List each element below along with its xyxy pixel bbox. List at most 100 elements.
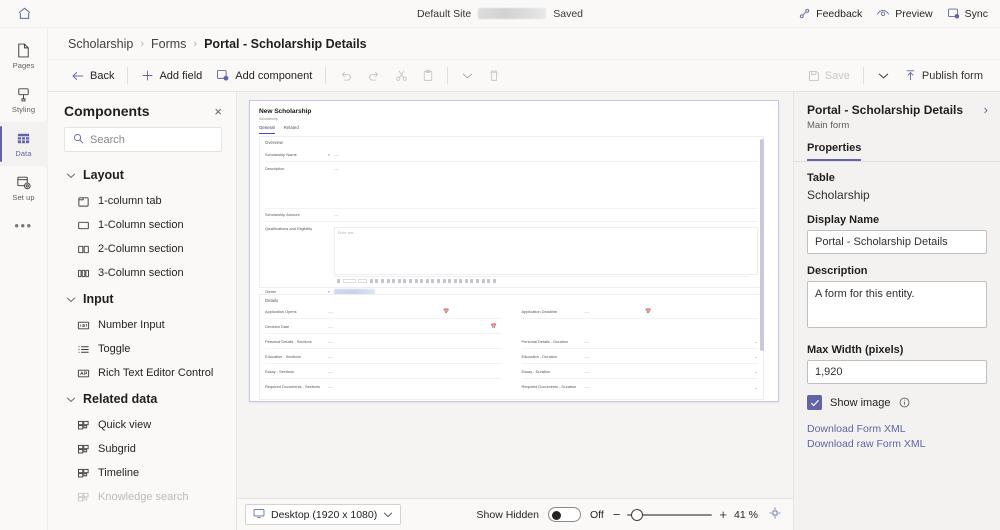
rte-image-icon[interactable] xyxy=(459,279,462,283)
component-item-toggle[interactable]: Toggle xyxy=(48,337,236,361)
home-icon[interactable] xyxy=(0,0,48,28)
feedback-button[interactable]: Feedback xyxy=(798,7,862,20)
paste-options-button[interactable] xyxy=(454,68,481,83)
component-item-subgrid[interactable]: Subgrid xyxy=(48,437,236,461)
tab-properties[interactable]: Properties xyxy=(807,142,861,161)
search-box[interactable] xyxy=(64,127,222,152)
form-field-personal-details-sections[interactable]: Personal Details - Sections --- xyxy=(265,336,501,349)
close-icon[interactable]: × xyxy=(214,105,222,118)
zoom-in-button[interactable]: + xyxy=(719,508,727,521)
sidebar-item-pages[interactable]: Pages xyxy=(0,34,48,78)
breadcrumb-item-forms[interactable]: Forms xyxy=(151,37,186,51)
device-size-select[interactable]: Desktop (1920 x 1080) xyxy=(245,504,401,525)
calendar-icon[interactable]: 📅 xyxy=(645,309,651,315)
form-field-personal-details-duration[interactable]: Personal Details - Duration --- ⌄ xyxy=(522,336,758,349)
fit-to-screen-icon[interactable] xyxy=(769,506,781,524)
rte-numbered-list-icon[interactable] xyxy=(403,279,406,283)
rte-align-center-icon[interactable] xyxy=(426,279,429,283)
rich-text-toolbar[interactable] xyxy=(334,276,749,285)
rte-unlink-icon[interactable] xyxy=(448,279,451,283)
sidebar-item-setup[interactable]: Set up xyxy=(0,166,48,210)
publish-form-button[interactable]: Publish form xyxy=(897,66,990,85)
max-width-input[interactable] xyxy=(807,360,987,384)
component-item-number-input[interactable]: Number Input xyxy=(48,313,236,337)
component-item-timeline[interactable]: Timeline xyxy=(48,461,236,485)
rte-align-right-icon[interactable] xyxy=(431,279,434,283)
group-header-layout[interactable]: Layout xyxy=(48,161,236,189)
rte-highlight-icon[interactable] xyxy=(387,279,390,283)
rte-undo-icon[interactable] xyxy=(476,279,479,283)
rte-outdent-icon[interactable] xyxy=(409,279,412,283)
info-icon[interactable] xyxy=(899,397,910,408)
form-tab-general[interactable]: General xyxy=(259,125,275,134)
form-field-description[interactable]: Description --- xyxy=(265,164,758,209)
display-name-input[interactable] xyxy=(807,230,987,254)
zoom-slider[interactable] xyxy=(627,508,712,522)
add-field-button[interactable]: Add field xyxy=(134,66,209,85)
group-header-input[interactable]: Input xyxy=(48,285,236,313)
add-component-button[interactable]: Add component xyxy=(209,66,319,85)
chevron-down-icon[interactable]: ⌄ xyxy=(754,354,758,360)
rte-font-color-icon[interactable] xyxy=(392,279,395,283)
form-field-application-opens[interactable]: Application Opens --- 📅 xyxy=(265,306,501,319)
canvas-scroll[interactable]: New Scholarship Scholarship General Rela… xyxy=(237,92,793,498)
form-field-scholarship-amount[interactable]: Scholarship Amount --- xyxy=(265,209,758,222)
rte-table-icon[interactable] xyxy=(465,279,468,283)
form-field-decision-date[interactable]: Decision Date --- 📅 xyxy=(265,321,501,334)
rte-align-left-icon[interactable] xyxy=(420,279,423,283)
form-tab-related[interactable]: Related xyxy=(284,125,299,134)
rte-underline-icon[interactable] xyxy=(381,279,384,283)
back-button[interactable]: Back xyxy=(64,67,121,85)
component-item-3-column-section[interactable]: 3-Column section xyxy=(48,261,236,285)
rich-text-editor-area[interactable]: Enter text... xyxy=(334,227,758,275)
form-field-scholarship-name[interactable]: Scholarship Name * --- xyxy=(265,149,758,162)
chevron-right-icon[interactable]: › xyxy=(978,103,988,116)
form-field-required-documents-sections[interactable]: Required Documents - Sections --- xyxy=(265,381,501,394)
rte-quote-icon[interactable] xyxy=(470,279,473,283)
sidebar-item-data[interactable]: Data xyxy=(0,122,48,166)
form-section-details[interactable]: Details Application Opens --- 📅 Decision… xyxy=(259,294,764,400)
group-header-related-data[interactable]: Related data xyxy=(48,385,236,413)
form-field-essay-duration[interactable]: Essay - Duration --- ⌄ xyxy=(522,366,758,379)
paste-button[interactable] xyxy=(415,66,441,85)
download-form-xml-link[interactable]: Download Form XML xyxy=(807,422,987,437)
sync-button[interactable]: Sync xyxy=(947,7,988,20)
rte-redo-icon[interactable] xyxy=(482,279,485,283)
rte-link-icon[interactable] xyxy=(443,279,446,283)
chevron-down-icon[interactable]: ⌄ xyxy=(754,339,758,345)
form-field-application-deadline[interactable]: Application Deadline --- 📅 xyxy=(522,306,758,319)
form-field-qualifications-eligibility[interactable]: Qualifications and Eligibility Enter tex… xyxy=(265,224,758,276)
form-field-education-duration[interactable]: Education - Duration --- ⌄ xyxy=(522,351,758,364)
rte-indent-icon[interactable] xyxy=(415,279,418,283)
save-button[interactable]: Save xyxy=(801,67,857,85)
undo-button[interactable] xyxy=(332,66,360,85)
download-raw-form-xml-link[interactable]: Download raw Form XML xyxy=(807,437,987,452)
rte-font-select[interactable] xyxy=(343,279,356,283)
save-options-button[interactable] xyxy=(870,68,897,83)
rte-bullet-list-icon[interactable] xyxy=(398,279,401,283)
component-item-1-column-tab[interactable]: 1-column tab xyxy=(48,189,236,213)
zoom-slider-thumb[interactable] xyxy=(631,509,643,521)
chevron-down-icon[interactable]: ⌄ xyxy=(754,369,758,375)
form-preview-card[interactable]: New Scholarship Scholarship General Rela… xyxy=(249,100,779,402)
rte-align-justify-icon[interactable] xyxy=(437,279,440,283)
component-item-1-column-section[interactable]: 1-Column section xyxy=(48,213,236,237)
component-item-rich-text-editor-control[interactable]: Rich Text Editor Control xyxy=(48,361,236,385)
sidebar-item-styling[interactable]: Styling xyxy=(0,78,48,122)
delete-button[interactable] xyxy=(481,66,507,85)
show-hidden-toggle[interactable] xyxy=(548,507,581,522)
rte-size-select[interactable] xyxy=(358,279,367,283)
show-image-checkbox[interactable] xyxy=(807,395,822,410)
preview-button[interactable]: Preview xyxy=(876,7,932,20)
form-preview-scrollbar[interactable] xyxy=(760,139,764,351)
chevron-down-icon[interactable]: ⌄ xyxy=(754,385,758,391)
component-item-quick-view[interactable]: Quick view xyxy=(48,413,236,437)
calendar-icon[interactable]: 📅 xyxy=(490,324,496,330)
sidebar-more-button[interactable]: ••• xyxy=(0,210,48,240)
rte-italic-icon[interactable] xyxy=(375,279,378,283)
rte-bold-icon[interactable] xyxy=(370,279,373,283)
rte-format-icon[interactable] xyxy=(337,279,340,283)
description-textarea[interactable] xyxy=(807,281,987,328)
rte-horizontal-rule-icon[interactable] xyxy=(454,279,457,283)
form-section-overview[interactable]: Overview Scholarship Name * --- Descript… xyxy=(259,136,764,288)
